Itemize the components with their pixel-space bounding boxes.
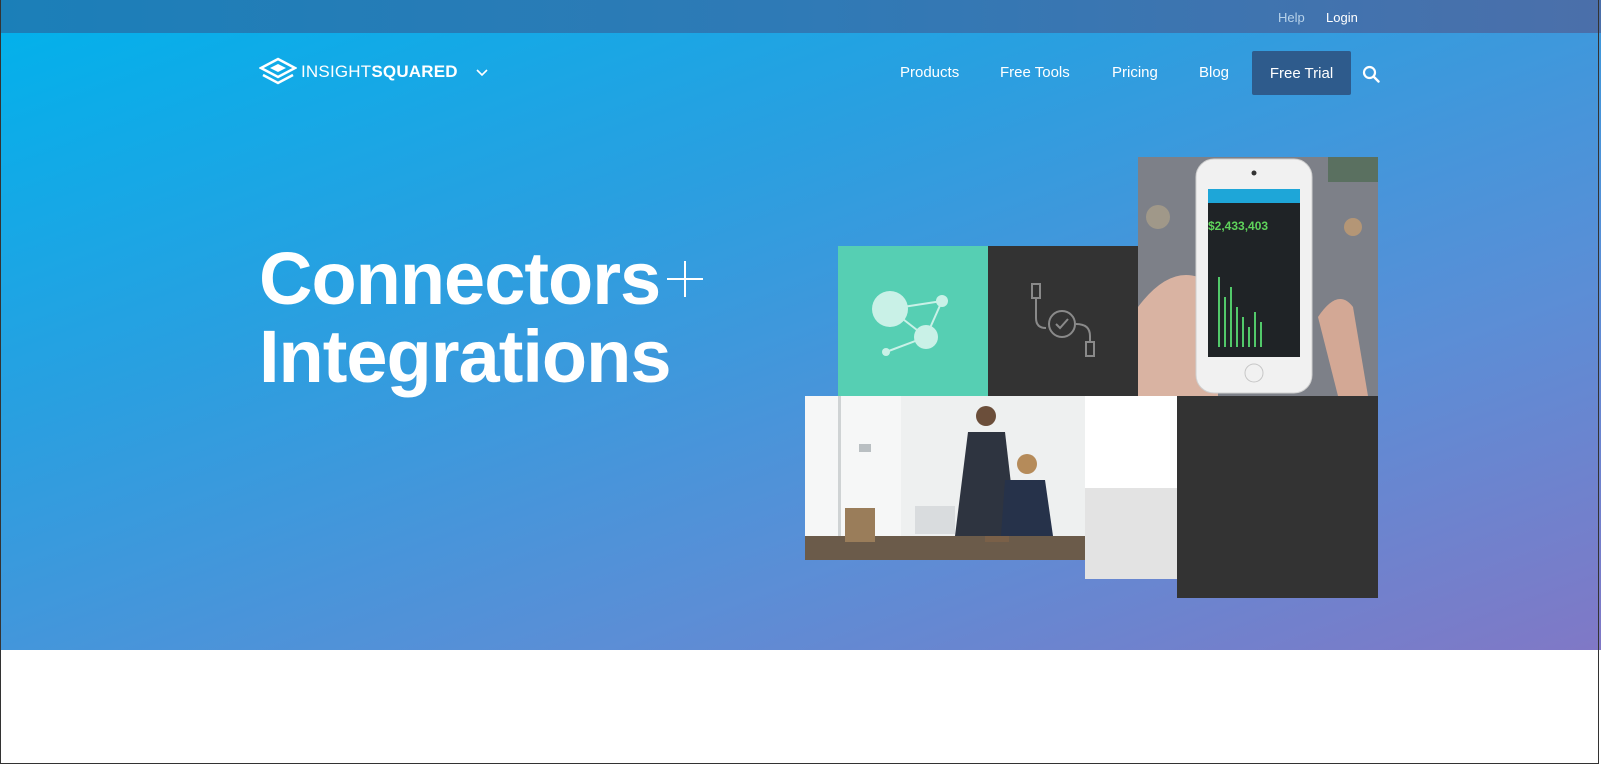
- nav-blog[interactable]: Blog: [1199, 64, 1229, 81]
- nav-pricing[interactable]: Pricing: [1112, 64, 1158, 81]
- phone-photo: $2,433,403: [1138, 157, 1378, 396]
- free-trial-button[interactable]: Free Trial: [1252, 51, 1351, 95]
- teal-tile: [838, 246, 988, 396]
- nav-products[interactable]: Products: [900, 64, 959, 81]
- office-photo: [805, 396, 1085, 560]
- help-link[interactable]: Help: [1278, 10, 1305, 25]
- logo-diamond-icon: [259, 57, 297, 85]
- chevron-down-icon[interactable]: [475, 66, 489, 78]
- plus-icon: [667, 261, 703, 297]
- headline-line-2: Integrations: [259, 315, 671, 398]
- brand-name-light: INSIGHT: [301, 62, 372, 81]
- hero-headline: Connectors Integrations: [259, 237, 671, 398]
- brand-wordmark: INSIGHTSQUARED: [301, 62, 458, 82]
- dark-tile: [1177, 396, 1378, 598]
- brand-name-bold: SQUARED: [371, 62, 458, 81]
- cable-check-icon: [1031, 283, 1095, 357]
- white-tile: [1085, 396, 1177, 488]
- nav-free-tools[interactable]: Free Tools: [1000, 64, 1070, 81]
- dark-tile-connector: [988, 246, 1138, 396]
- hero-section: Help Login INSIGHTSQUARED Products Free …: [0, 0, 1601, 650]
- network-nodes-icon: [872, 291, 948, 356]
- brand-logo[interactable]: INSIGHTSQUARED: [259, 57, 458, 87]
- login-link[interactable]: Login: [1326, 10, 1358, 25]
- search-icon[interactable]: [1362, 65, 1380, 83]
- light-gray-tile: [1085, 488, 1177, 579]
- utility-bar: Help Login: [0, 0, 1601, 33]
- headline-line-1: Connectors: [259, 237, 661, 320]
